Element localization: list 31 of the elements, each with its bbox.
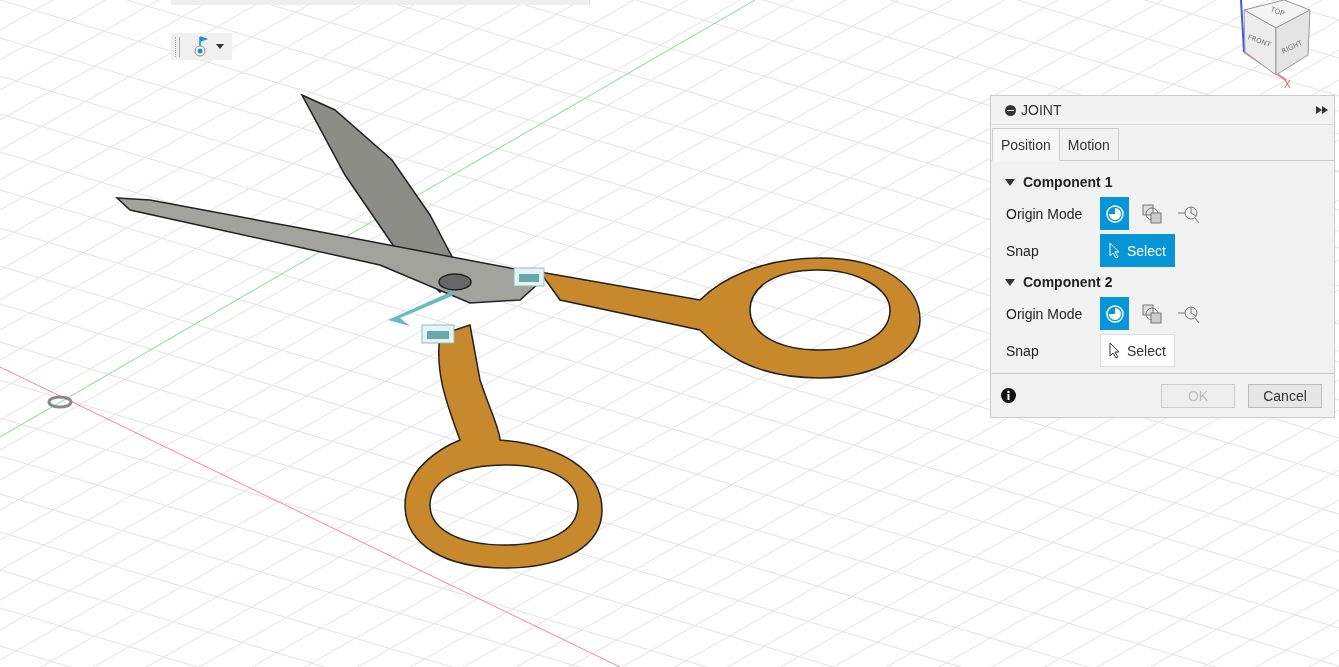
cursor-arrow-icon [1109, 342, 1121, 359]
dialog-title: JOINT [1021, 102, 1063, 118]
section-title: Component 1 [1023, 174, 1113, 190]
select-button[interactable]: Select [1100, 334, 1175, 367]
overlap-squares-icon [1140, 302, 1163, 325]
origin-mode-button[interactable] [1100, 297, 1129, 330]
field-label: Snap [1006, 242, 1040, 259]
section-title: Component 2 [1023, 274, 1113, 290]
arrow-icon [388, 290, 455, 326]
grip-handle-icon[interactable] [175, 36, 180, 57]
fast-forward-icon[interactable] [1316, 106, 1328, 114]
info-icon[interactable] [1001, 388, 1016, 403]
tab[interactable]: Position [992, 128, 1060, 161]
collapse-icon[interactable] [1005, 104, 1016, 116]
caret-icon[interactable] [216, 43, 224, 50]
joint-marker-icon [513, 267, 545, 287]
field-label: Origin Mode [1006, 205, 1084, 222]
origin-marker-icon [47, 395, 73, 409]
circle-origin-icon [1104, 203, 1125, 224]
joint-marker-icon [421, 324, 455, 344]
expand-triangle-icon[interactable] [1005, 178, 1015, 186]
dialog-button[interactable]: Cancel [1248, 383, 1322, 408]
overlap-squares-icon [1140, 202, 1163, 225]
field-label: Origin Mode [1006, 305, 1084, 322]
field-label: Snap [1006, 342, 1040, 359]
origin-flag-icon[interactable] [194, 35, 210, 58]
tab[interactable]: Motion [1059, 128, 1119, 161]
circle-origin-icon [1104, 303, 1125, 324]
origin-mode-button[interactable] [1100, 197, 1129, 230]
cursor-arrow-icon [1109, 242, 1121, 259]
expand-triangle-icon[interactable] [1005, 278, 1015, 286]
